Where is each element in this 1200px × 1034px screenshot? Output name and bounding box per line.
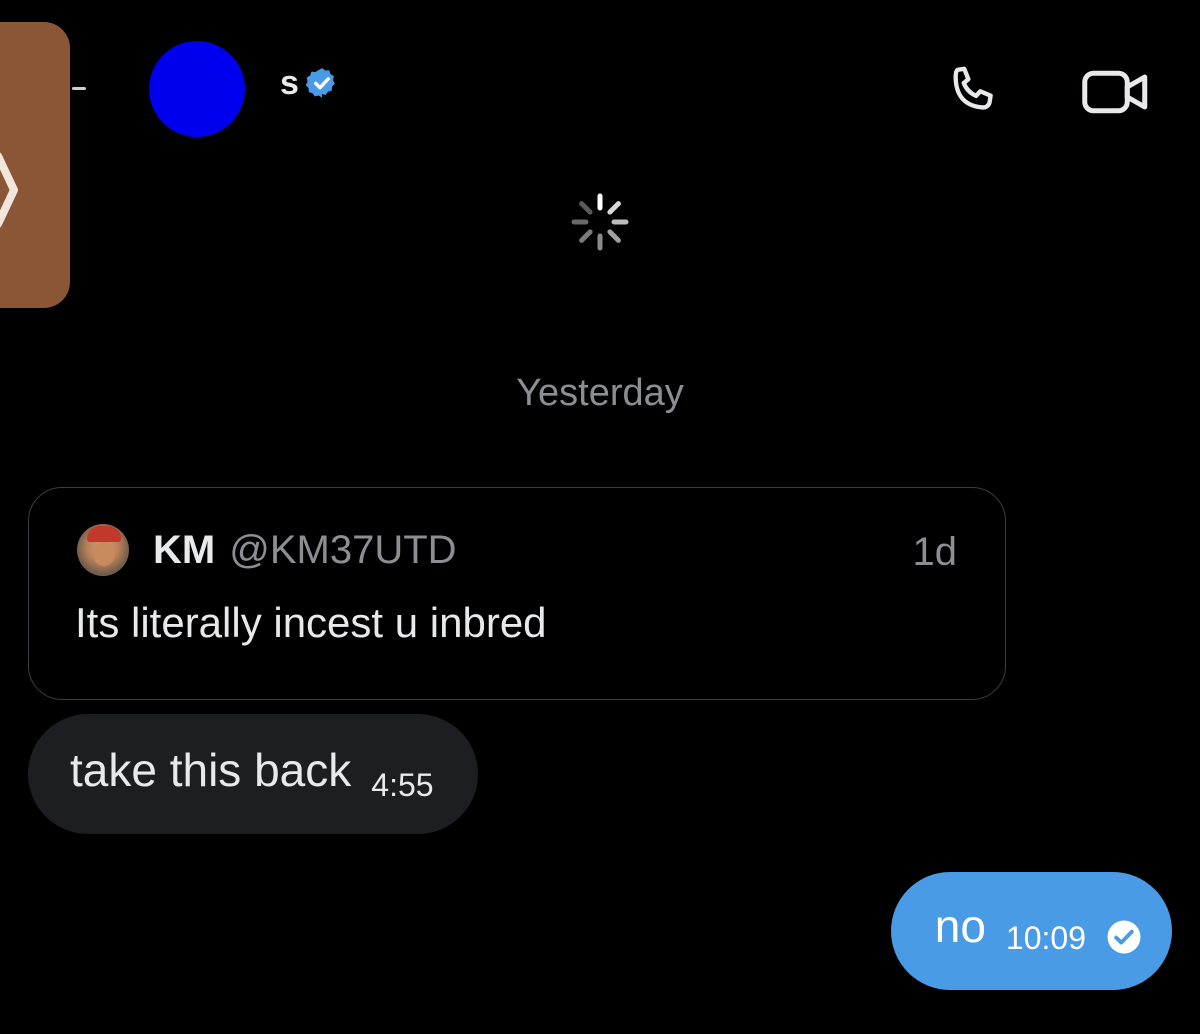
video-camera-icon — [1082, 70, 1148, 114]
quoted-post-card[interactable]: KM @KM37UTD 1d Its literally incest u in… — [28, 487, 1006, 700]
message-bubble-received[interactable]: take this back 4:55 — [28, 714, 478, 834]
contact-name-row[interactable]: s — [280, 66, 339, 100]
message-time: 4:55 — [371, 766, 434, 803]
contact-avatar[interactable] — [149, 41, 245, 137]
loading-spinner-icon — [571, 193, 629, 251]
verified-badge-icon — [305, 68, 335, 98]
back-stub-icon[interactable] — [72, 87, 86, 90]
dm-conversation-screen: s Yesterday KM @KM37UTD 1d Its literally… — [0, 0, 1200, 1034]
message-time: 10:09 — [1005, 919, 1086, 956]
video-call-button[interactable] — [1078, 60, 1154, 124]
quoted-post-time: 1d — [912, 530, 958, 574]
message-text: no — [934, 900, 986, 952]
chevron-right-icon — [0, 152, 18, 228]
quoted-author-name: KM — [153, 528, 216, 572]
quoted-post-text: Its literally incest u inbred — [75, 599, 547, 646]
side-drawer-handle[interactable] — [0, 22, 70, 308]
date-divider: Yesterday — [516, 372, 684, 414]
quoted-author-avatar — [77, 524, 129, 576]
quoted-author-handle: @KM37UTD — [229, 528, 457, 572]
quoted-post-header: KM @KM37UTD — [153, 530, 457, 570]
message-text: take this back — [70, 744, 352, 796]
message-bubble-sent[interactable]: no 10:09 — [890, 872, 1172, 990]
phone-icon — [953, 66, 993, 110]
read-check-icon — [1107, 920, 1141, 954]
contact-name: s — [280, 64, 299, 102]
phone-call-button[interactable] — [940, 60, 1004, 124]
